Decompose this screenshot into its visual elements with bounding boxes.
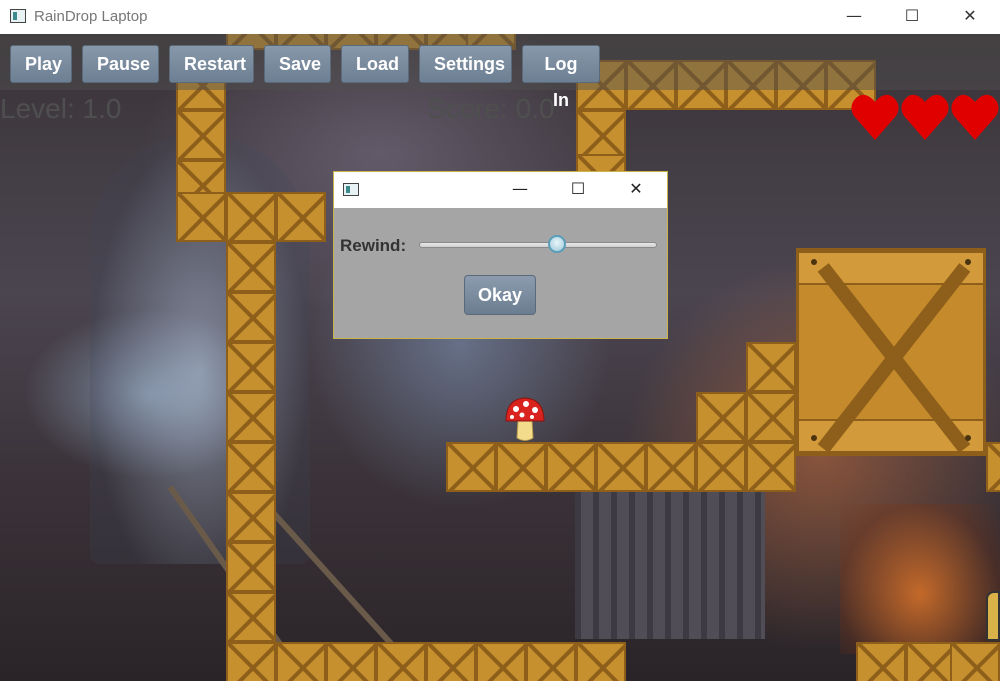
lava-glow: [840, 504, 1000, 654]
heart-icon: [951, 94, 999, 140]
crate: [226, 542, 276, 592]
crate-bolt: [965, 435, 971, 441]
crate: [226, 392, 276, 442]
heart-icon: [901, 94, 949, 140]
crate: [646, 442, 696, 492]
crate: [376, 642, 426, 681]
crate: [746, 342, 796, 392]
restart-button[interactable]: Restart: [169, 45, 254, 83]
level-display: Level: 1.0: [0, 93, 122, 124]
crate: [276, 642, 326, 681]
close-button[interactable]: ✕: [941, 0, 999, 34]
load-button[interactable]: Load: [341, 45, 409, 83]
crate-bolt: [811, 435, 817, 441]
dialog-titlebar: — ☐ ✕: [334, 172, 667, 208]
crate: [476, 642, 526, 681]
window-titlebar: RainDrop Laptop — ☐ ✕: [0, 0, 1000, 34]
crate: [696, 392, 746, 442]
crate: [426, 642, 476, 681]
maximize-button[interactable]: ☐: [883, 0, 941, 34]
crate: [746, 392, 796, 442]
score-display: Score: 0.0: [427, 93, 555, 124]
dialog-maximize-button[interactable]: ☐: [549, 172, 607, 208]
mushroom-icon: [505, 397, 545, 441]
crate: [176, 192, 226, 242]
app-icon: [10, 9, 26, 23]
crate: [446, 442, 496, 492]
large-crate: [796, 248, 986, 456]
rewind-dialog: — ☐ ✕ Rewind: Okay: [333, 171, 668, 339]
crate: [276, 192, 326, 242]
rewind-slider-thumb[interactable]: [548, 235, 567, 253]
play-button[interactable]: Play: [10, 45, 72, 83]
dialog-app-icon: [343, 183, 359, 196]
door-icon[interactable]: [986, 591, 1000, 641]
mine-cart: [575, 489, 765, 639]
crate: [856, 642, 906, 681]
crate: [226, 442, 276, 492]
minimize-button[interactable]: —: [825, 0, 883, 34]
crate: [950, 642, 1000, 681]
crate: [526, 642, 576, 681]
crate: [226, 492, 276, 542]
crate: [546, 442, 596, 492]
crate: [226, 192, 276, 242]
login-button[interactable]: Log In: [522, 45, 600, 110]
crate: [226, 342, 276, 392]
rewind-slider[interactable]: [419, 235, 657, 253]
rewind-slider-track[interactable]: [419, 242, 657, 248]
crate: [226, 592, 276, 642]
crate: [986, 442, 1000, 492]
save-button[interactable]: Save: [264, 45, 331, 83]
rewind-label: Rewind:: [340, 236, 407, 255]
dialog-close-button[interactable]: ✕: [607, 172, 665, 208]
crate: [906, 642, 956, 681]
settings-button[interactable]: Settings: [419, 45, 512, 83]
lives-display: [850, 90, 1000, 144]
crate: [746, 442, 796, 492]
crate: [176, 110, 226, 160]
crate: [596, 442, 646, 492]
dialog-minimize-button[interactable]: —: [491, 172, 549, 208]
crate: [576, 110, 626, 160]
crate: [696, 442, 746, 492]
crate-bolt: [965, 259, 971, 265]
okay-button[interactable]: Okay: [464, 275, 536, 315]
crate: [496, 442, 546, 492]
game-toolbar: Play Pause Restart Save Load Settings Lo…: [0, 34, 1000, 110]
window-title: RainDrop Laptop: [34, 8, 148, 25]
heart-icon: [851, 94, 899, 140]
crate: [226, 642, 276, 681]
crate: [226, 242, 276, 292]
crate: [576, 642, 626, 681]
crate-bolt: [811, 259, 817, 265]
crate: [226, 292, 276, 342]
crate: [326, 642, 376, 681]
pause-button[interactable]: Pause: [82, 45, 159, 83]
